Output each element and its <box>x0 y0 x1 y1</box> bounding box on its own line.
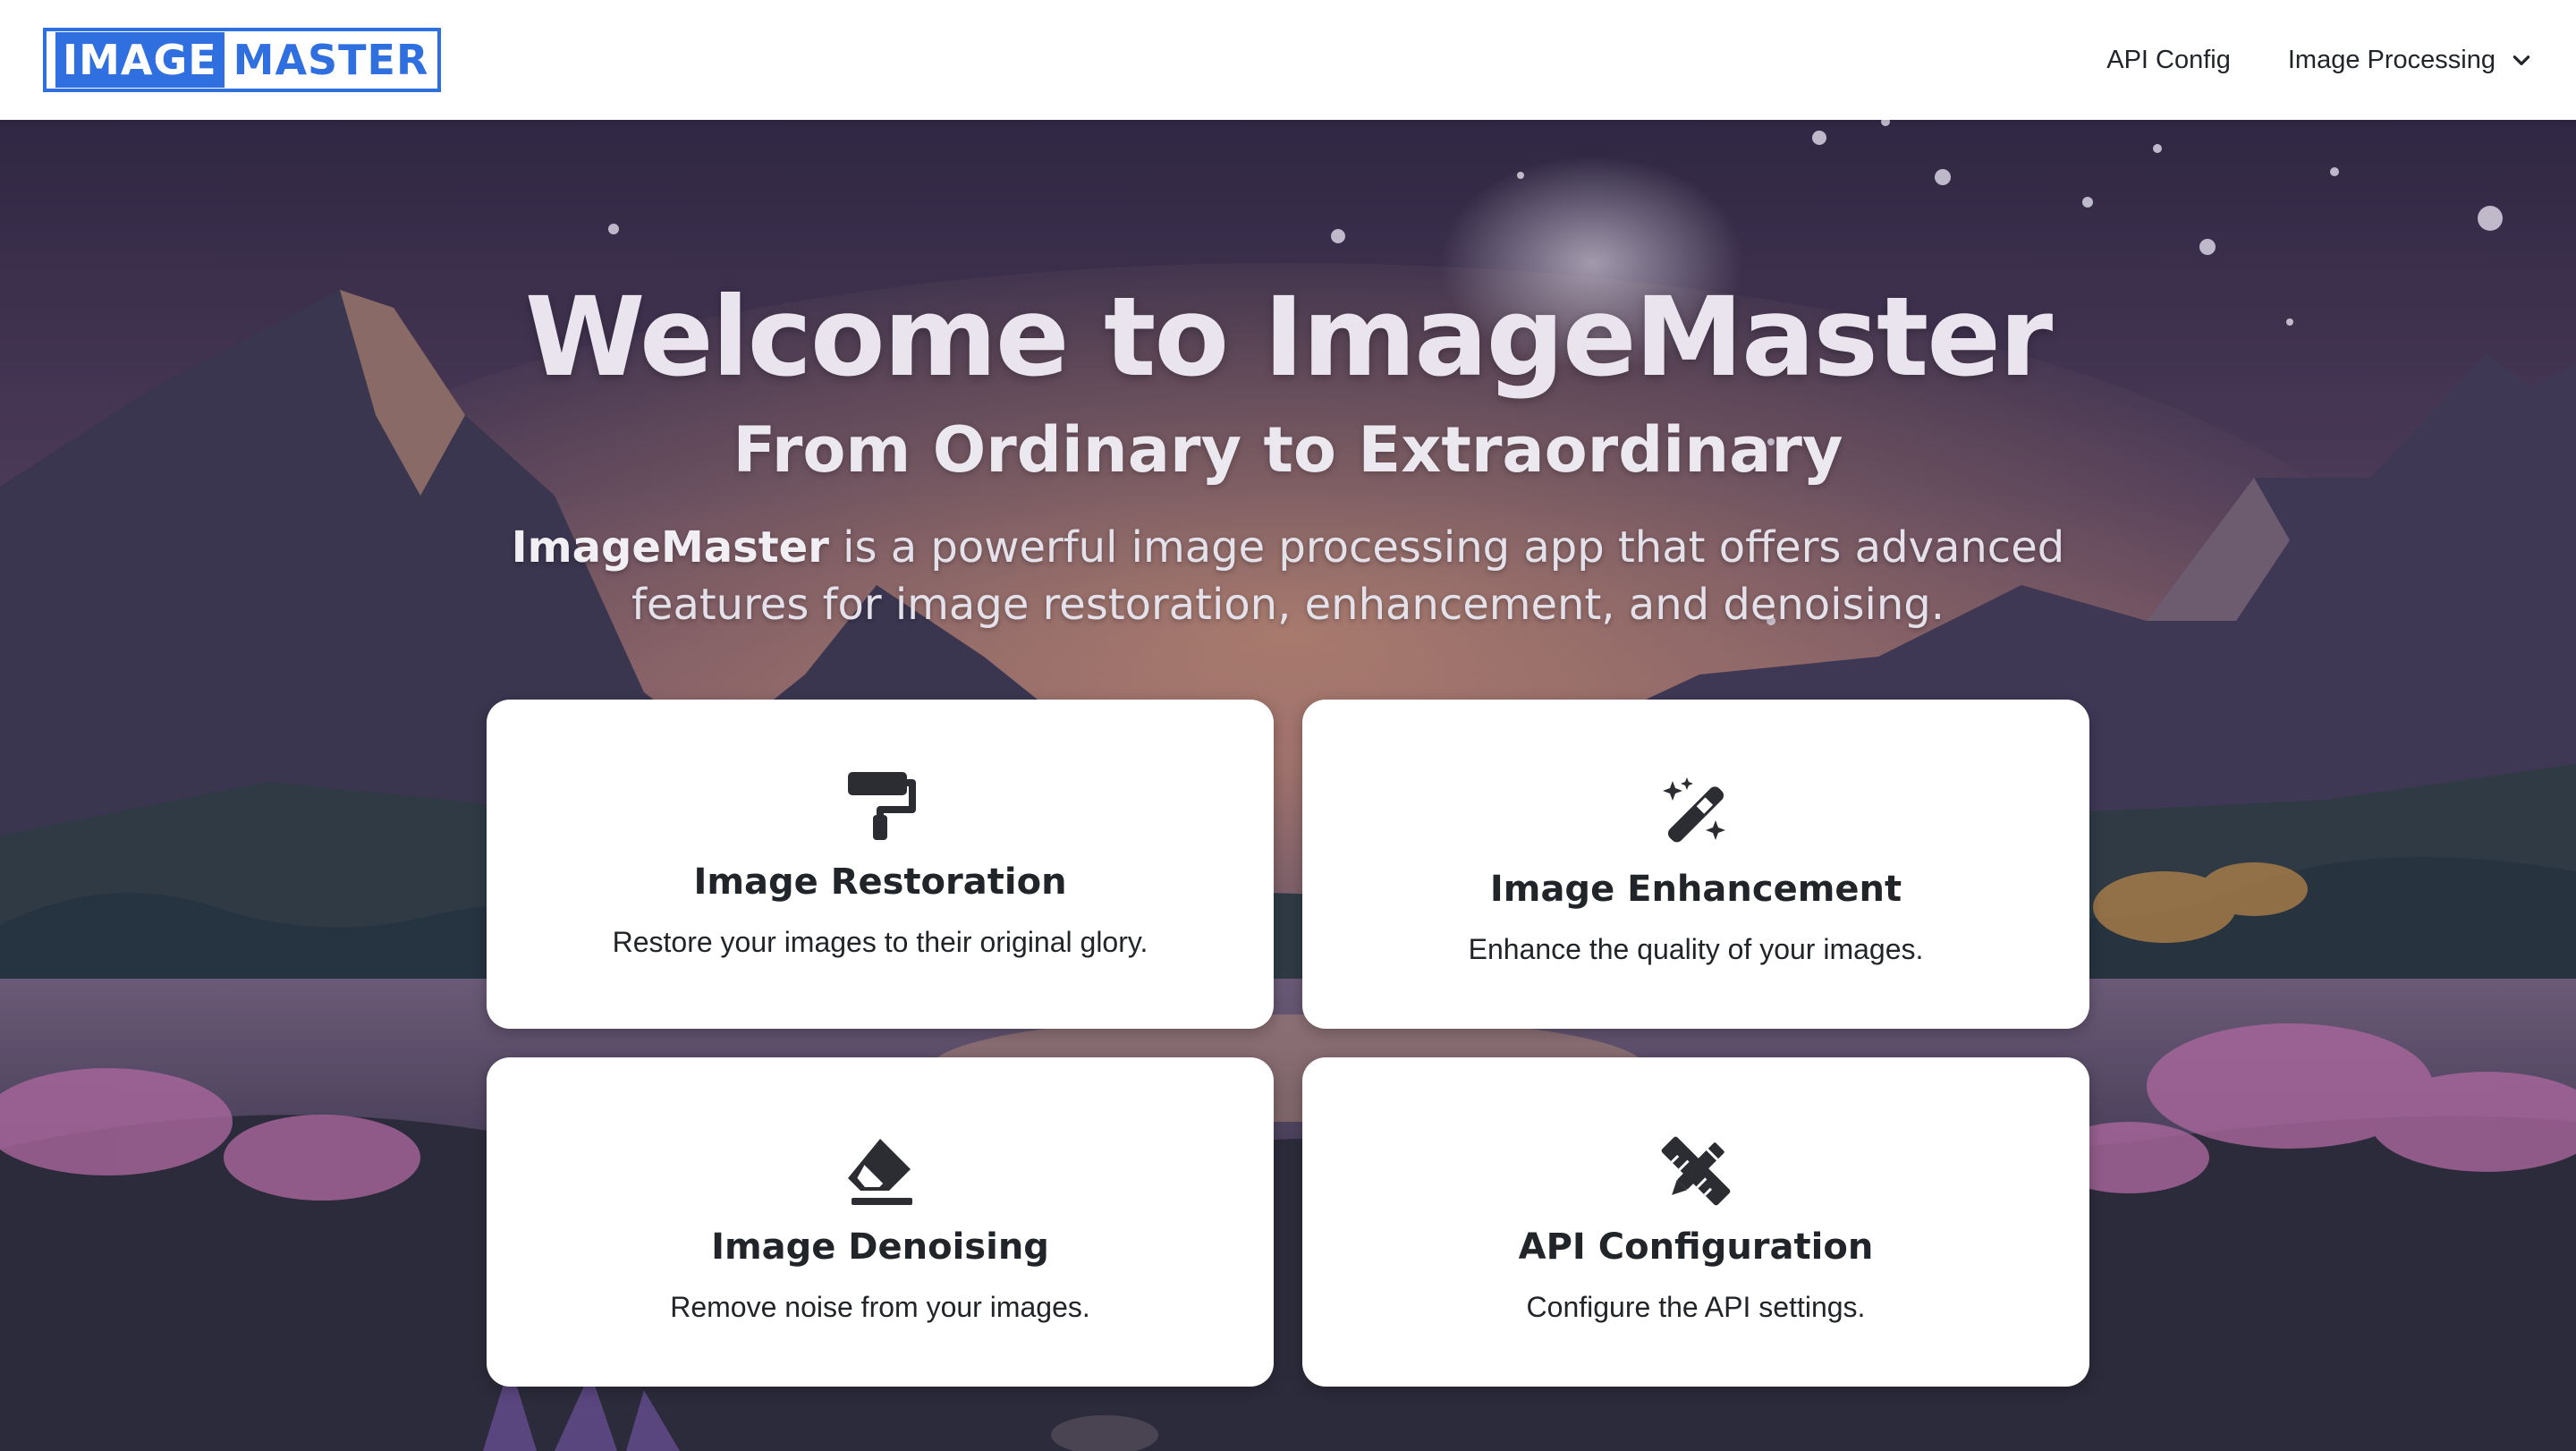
hero-description-text: is a powerful image processing app that … <box>631 522 2065 630</box>
card-title: Image Denoising <box>711 1226 1049 1268</box>
nav-dropdown-image-processing-label: Image Processing <box>2287 45 2496 74</box>
card-image-enhancement[interactable]: Image Enhancement Enhance the quality of… <box>1302 700 2089 1029</box>
pencil-ruler-icon <box>1661 1136 1731 1205</box>
hero-content: Welcome to ImageMaster From Ordinary to … <box>0 120 2576 633</box>
magic-wand-sparkles-icon <box>1663 776 1725 842</box>
eraser-icon <box>848 1138 912 1205</box>
card-image-denoising[interactable]: Image Denoising Remove noise from your i… <box>487 1057 1274 1387</box>
card-api-configuration[interactable]: API Configuration Configure the API sett… <box>1302 1057 2089 1387</box>
card-description: Remove noise from your images. <box>670 1290 1090 1323</box>
hero-title: Welcome to ImageMaster <box>524 274 2053 401</box>
card-title: Image Restoration <box>693 861 1067 903</box>
feature-cards-grid: Image Restoration Restore your images to… <box>487 700 2089 1387</box>
logo-part-image: IMAGE <box>55 32 225 88</box>
card-title: Image Enhancement <box>1489 868 1902 910</box>
card-image-restoration[interactable]: Image Restoration Restore your images to… <box>487 700 1274 1029</box>
nav-links: API Config Image Processing <box>2106 46 2533 75</box>
imagemaster-logo[interactable]: IMAGE MASTER <box>43 28 442 92</box>
chevron-down-icon <box>2512 55 2530 65</box>
card-description: Restore your images to their original gl… <box>612 925 1148 958</box>
hero-subtitle: From Ordinary to Extraordinary <box>733 413 1843 487</box>
card-description: Enhance the quality of your images. <box>1468 932 1924 965</box>
card-description: Configure the API settings. <box>1526 1290 1866 1323</box>
nav-link-api-config[interactable]: API Config <box>2106 46 2231 75</box>
top-navbar: IMAGE MASTER API Config Image Processing <box>0 0 2576 120</box>
nav-link-api-config-label: API Config <box>2106 45 2231 74</box>
nav-dropdown-image-processing[interactable]: Image Processing <box>2288 46 2533 75</box>
paint-roller-icon <box>848 771 916 840</box>
hero-description-brand: ImageMaster <box>511 522 829 573</box>
logo-part-master: MASTER <box>233 36 429 84</box>
hero-description: ImageMaster is a powerful image processi… <box>501 519 2075 633</box>
card-title: API Configuration <box>1518 1226 1874 1268</box>
